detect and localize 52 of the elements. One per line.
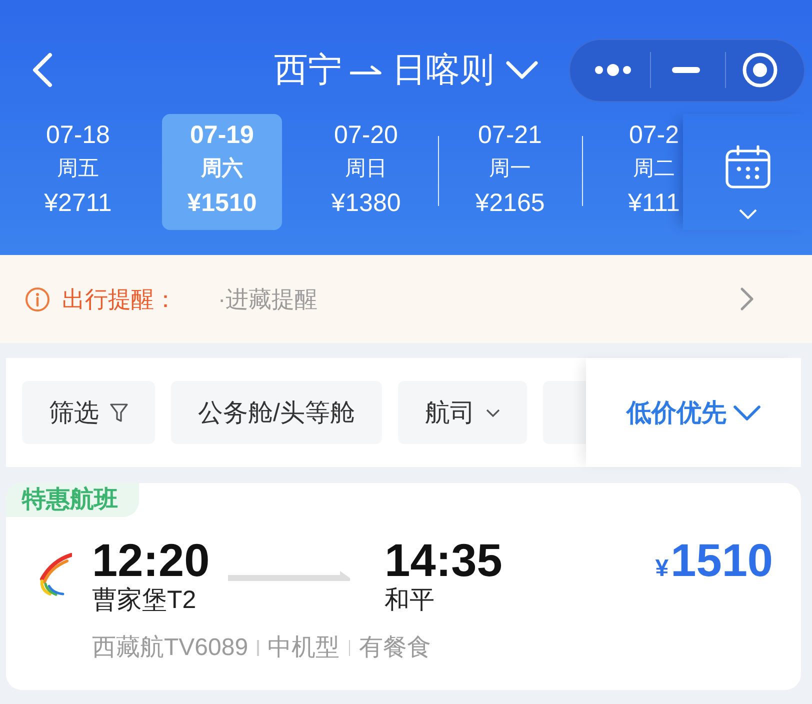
notice-label: 出行提醒： bbox=[62, 284, 177, 314]
minus-icon[interactable] bbox=[672, 67, 700, 73]
date-label: 07-18 bbox=[46, 120, 110, 151]
arrow-icon bbox=[228, 571, 350, 581]
date-label: 07-19 bbox=[190, 120, 254, 151]
price-label: ¥2711 bbox=[44, 188, 112, 219]
date-tab[interactable]: 07-21 周一 ¥2165 bbox=[450, 114, 570, 230]
flight-detail: 西藏航TV6089 bbox=[92, 633, 248, 663]
price-label: ¥111 bbox=[628, 188, 680, 219]
departure-time: 12:20 bbox=[92, 535, 210, 585]
date-tab[interactable]: 07-18 周五 ¥2711 bbox=[18, 114, 138, 230]
weekday-label: 周五 bbox=[57, 156, 99, 182]
sort-button[interactable]: 低价优先 bbox=[586, 358, 801, 467]
notice-bar[interactable]: 出行提醒： ·进藏提醒 bbox=[0, 255, 812, 343]
destination-city[interactable]: 日喀则 bbox=[392, 48, 494, 92]
more-icon[interactable] bbox=[594, 64, 632, 76]
flight-card[interactable]: 特惠航班 12:20 曹家堡T2 14:35 和平 ¥1510 西藏航TV6089 中机型 有餐食 bbox=[6, 483, 801, 690]
back-icon[interactable] bbox=[30, 52, 54, 88]
price-label: ¥1380 bbox=[331, 188, 401, 219]
caret-down-icon bbox=[486, 408, 500, 416]
weekday-label: 周六 bbox=[201, 156, 243, 182]
caret-down-icon[interactable] bbox=[506, 61, 538, 79]
filter-chip[interactable]: 航司 bbox=[398, 381, 527, 444]
chevron-right-icon bbox=[740, 287, 754, 311]
info-icon bbox=[25, 286, 50, 312]
notice-text: ·进藏提醒 bbox=[218, 284, 318, 314]
date-label: 07-20 bbox=[334, 120, 398, 151]
date-tab[interactable]: 07-19 周六 ¥1510 bbox=[162, 114, 282, 230]
deal-tag: 特惠航班 bbox=[6, 483, 139, 517]
filter-chip[interactable]: 公务舱/头等舱 bbox=[171, 381, 382, 444]
date-label: 07-21 bbox=[478, 120, 542, 151]
chevron-down-icon bbox=[732, 404, 760, 420]
arrival-time: 14:35 bbox=[384, 535, 502, 585]
price-label: ¥1510 bbox=[187, 188, 257, 219]
price-label: ¥2165 bbox=[475, 188, 545, 219]
flight-price: ¥1510 bbox=[655, 535, 773, 588]
chevron-down-icon bbox=[738, 209, 756, 219]
filter-chip[interactable]: 筛选 bbox=[22, 381, 155, 444]
calendar-icon bbox=[724, 145, 770, 189]
filter-icon bbox=[110, 402, 128, 422]
date-tab[interactable]: 07-2 周二 ¥111 bbox=[594, 114, 683, 230]
weekday-label: 周日 bbox=[345, 156, 387, 182]
ring-dot-icon[interactable] bbox=[742, 52, 778, 88]
arrival-airport: 和平 bbox=[384, 585, 436, 615]
weekday-label: 周二 bbox=[633, 156, 675, 182]
date-label: 07-2 bbox=[628, 120, 680, 151]
origin-city[interactable]: 西宁 bbox=[274, 48, 342, 92]
departure-airport: 曹家堡T2 bbox=[92, 585, 198, 615]
weekday-label: 周一 bbox=[489, 156, 531, 182]
flight-detail: 中机型 bbox=[268, 633, 340, 663]
date-tab[interactable]: 07-20 周日 ¥1380 bbox=[306, 114, 426, 230]
flight-detail: 有餐食 bbox=[359, 633, 432, 663]
